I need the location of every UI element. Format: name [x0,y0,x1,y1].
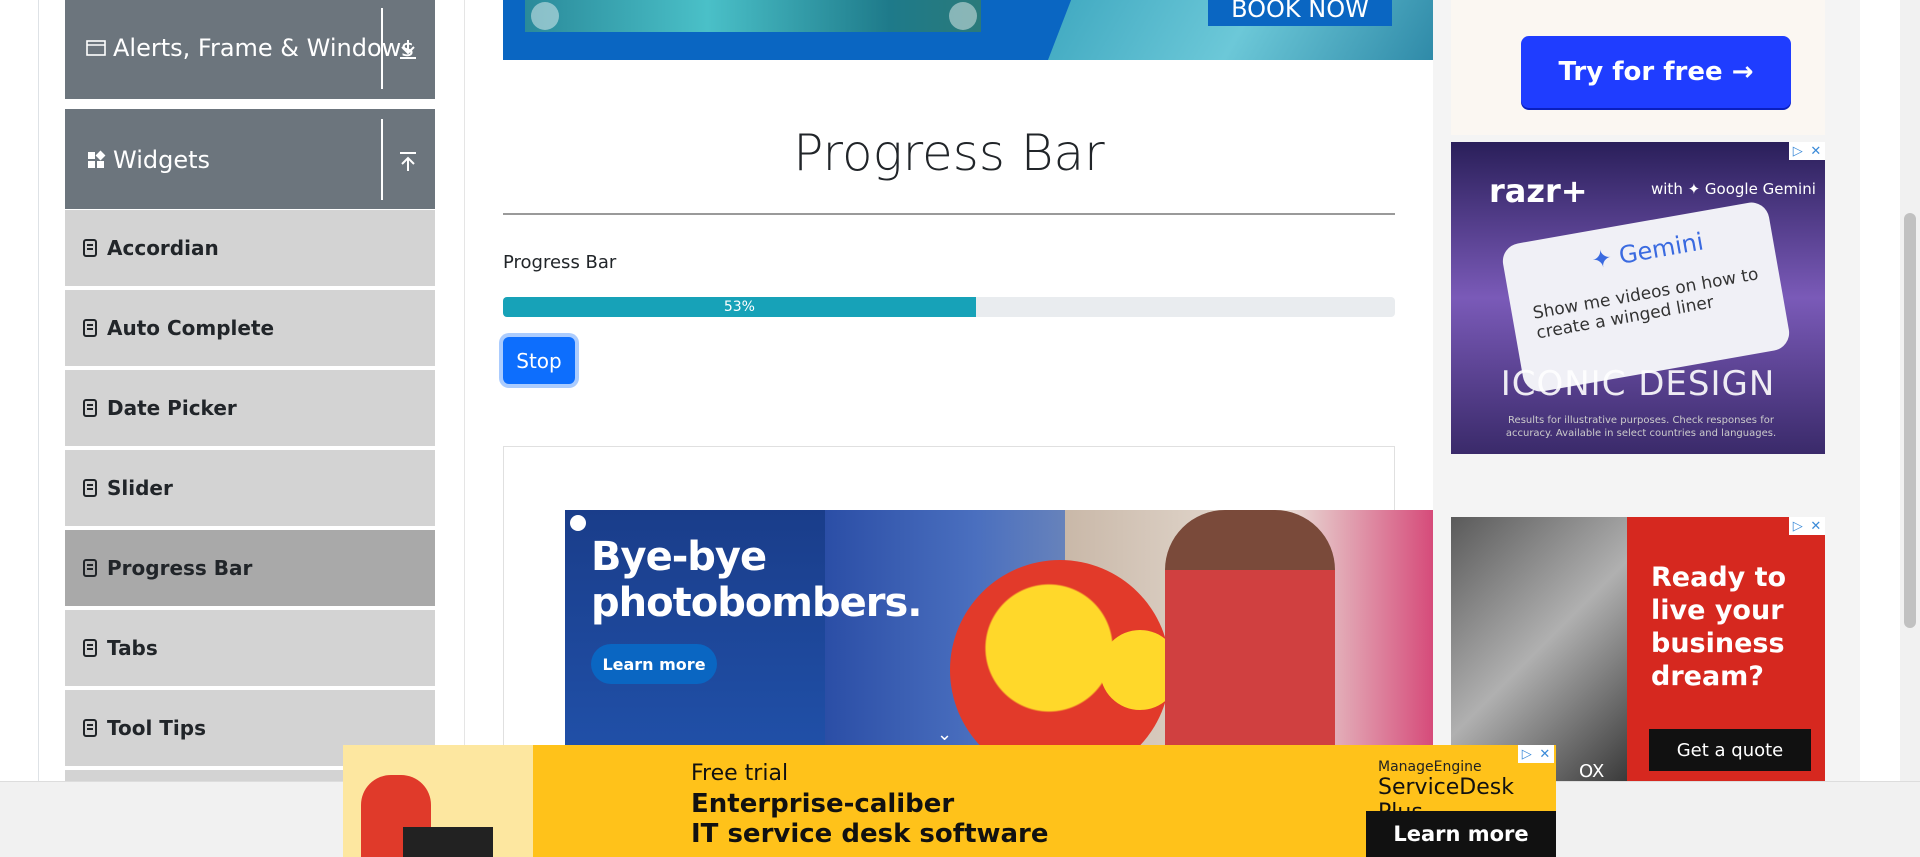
sidebar-group-widgets[interactable]: Widgets [65,109,435,209]
ad-close-icon[interactable]: ▷ ✕ [1518,745,1554,763]
ad-fine-print: Results for illustrative purposes. Check… [1505,415,1777,439]
get-a-quote-button[interactable]: Get a quote [1649,729,1811,771]
window-icon [85,37,107,59]
widgets-icon [85,149,107,171]
ad-headline: Bye-bye photobombers. [591,534,922,626]
list-icon [83,639,97,657]
group-divider [381,8,383,89]
ad-brand: razr+ [1489,172,1588,210]
ad-brand: ManageEngine [1378,759,1482,775]
progress-bar-label: Progress Bar [503,252,617,273]
ad-headline: Ready to live your business dream? [1651,562,1787,692]
adchoices-icon[interactable] [570,515,586,531]
top-banner-ad[interactable]: BOOK NOW [503,0,1433,60]
sidebar-item-auto-complete[interactable]: Auto Complete [65,290,435,368]
scrollbar[interactable] [1900,0,1920,781]
try-for-free-button[interactable]: Try for free → [1521,36,1791,108]
sidebar-item-progress-bar[interactable]: Progress Bar [65,530,435,608]
ad-line-3: IT service desk software [691,819,1049,849]
title-divider [503,213,1395,215]
servicedesk-ad[interactable]: Free trial Enterprise-caliber IT service… [343,745,1556,857]
sidebar-item-label: Tabs [107,636,158,660]
ad-fragment: OX [1579,761,1605,781]
sidebar-item-date-picker[interactable]: Date Picker [65,370,435,448]
group-label-widgets: Widgets [113,146,211,174]
stop-button[interactable]: Stop [503,337,575,384]
try-free-ad[interactable]: Try for free → [1451,0,1825,135]
pause-icon[interactable] [531,2,559,30]
list-icon [83,559,97,577]
sidebar-item-label: Progress Bar [107,556,253,580]
sidebar-item-label: Date Picker [107,396,237,420]
learn-more-button[interactable]: Learn more [1366,811,1556,857]
photobombers-ad[interactable]: Bye-bye photobombers. Learn more ⌄ [565,510,1433,750]
sidebar-item-label: Slider [107,476,173,500]
sidebar-item-label: Tool Tips [107,716,207,740]
ad-line-1: Free trial [691,761,789,786]
sidebar-item-tabs[interactable]: Tabs [65,610,435,688]
sidebar-item-label: Auto Complete [107,316,275,340]
book-now-button[interactable]: BOOK NOW [1208,0,1392,26]
progress-bar: 53% [503,297,1395,317]
download-arrow-icon[interactable] [393,34,423,64]
page: Alerts, Frame & Windows Widgets Accordia… [0,0,1920,857]
chevron-down-icon[interactable]: ⌄ [937,724,952,745]
list-icon [83,319,97,337]
group-title: Widgets [85,146,210,174]
list-icon [83,399,97,417]
ad-photographer-image [1451,517,1627,781]
left-border [38,0,39,781]
ad-tagline: ICONIC DESIGN [1500,364,1776,404]
list-icon [83,239,97,257]
laptop-icon [403,827,493,857]
right-ad-column: Try for free → razr+ with ✦ Google Gemin… [1433,0,1860,857]
ad-close-icon[interactable]: ▷ ✕ [1789,517,1825,535]
main-separator [464,0,465,781]
sidebar-item-slider[interactable]: Slider [65,450,435,528]
group-title: Alerts, Frame & Windows [85,34,414,62]
razr-ad[interactable]: razr+ with ✦ Google Gemini ✦ Gemini Show… [1451,142,1825,454]
quote-ad[interactable]: Ready to live your business dream? Get a… [1451,517,1825,781]
ad-learn-more-button[interactable]: Learn more [591,644,717,684]
ad-person-image [1165,510,1335,750]
sidebar-item-label: Accordian [107,236,219,260]
upload-arrow-icon[interactable] [393,147,423,177]
ad-line-2: Enterprise-caliber [691,789,955,819]
page-title: Progress Bar [793,124,1105,182]
progress-bar-fill: 53% [503,297,976,317]
sidebar-item-accordian[interactable]: Accordian [65,210,435,288]
mute-icon[interactable] [949,2,977,30]
sidebar-group-alerts[interactable]: Alerts, Frame & Windows [65,0,435,99]
scrollbar-thumb[interactable] [1904,213,1916,628]
ad-close-icon[interactable]: ▷ ✕ [1789,142,1825,160]
banner-video[interactable] [525,0,981,32]
ad-brand-sub: with ✦ Google Gemini [1651,180,1816,198]
list-icon [83,479,97,497]
list-icon [83,719,97,737]
group-label-alerts: Alerts, Frame & Windows [113,34,414,62]
group-divider [381,119,383,200]
